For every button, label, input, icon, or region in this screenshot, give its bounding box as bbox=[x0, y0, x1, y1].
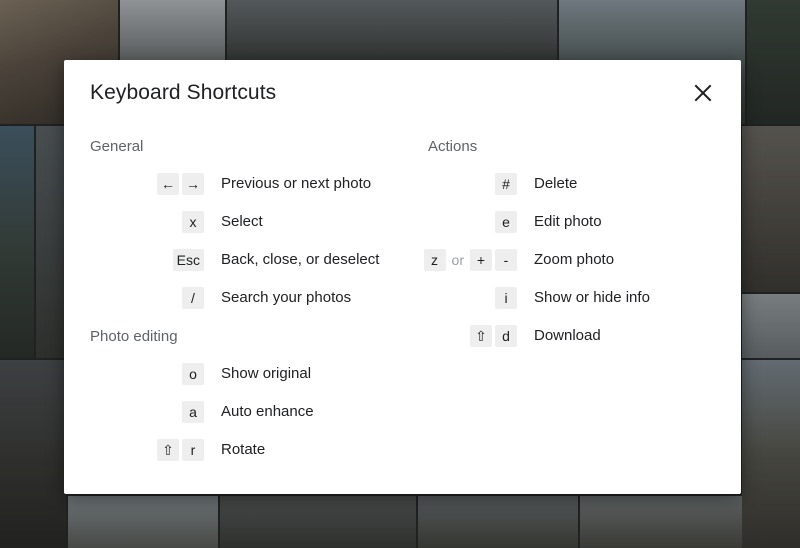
section-heading-actions: Actions bbox=[428, 138, 478, 155]
shortcut-description: Delete bbox=[534, 175, 578, 192]
shortcut-keys: / bbox=[90, 286, 204, 310]
key-separator: or bbox=[451, 252, 464, 268]
shortcut-row: i Show or hide info bbox=[428, 286, 728, 310]
shortcut-keys: z or + - bbox=[423, 248, 517, 272]
shortcut-row: ← → Previous or next photo bbox=[90, 172, 410, 196]
key-cap: o bbox=[182, 363, 204, 385]
key-cap: - bbox=[495, 249, 517, 271]
key-cap: + bbox=[470, 249, 492, 271]
shortcut-row: ⇧ r Rotate bbox=[90, 438, 410, 462]
shortcut-description: Previous or next photo bbox=[221, 175, 372, 192]
section-heading-photo-editing: Photo editing bbox=[90, 328, 178, 345]
shortcut-description: Search your photos bbox=[221, 289, 352, 306]
close-icon bbox=[694, 84, 712, 102]
shortcut-row: o Show original bbox=[90, 362, 410, 386]
shortcut-keys: Esc bbox=[90, 248, 204, 272]
shortcut-keys: e bbox=[428, 210, 517, 234]
shortcut-row: ⇧ d Download bbox=[428, 324, 728, 348]
shortcut-keys: ← → bbox=[90, 172, 204, 196]
dialog-title: Keyboard Shortcuts bbox=[90, 81, 277, 104]
key-cap: a bbox=[182, 401, 204, 423]
shortcut-description: Back, close, or deselect bbox=[221, 251, 380, 268]
shortcut-row: # Delete bbox=[428, 172, 728, 196]
shortcut-row: e Edit photo bbox=[428, 210, 728, 234]
key-cap: e bbox=[495, 211, 517, 233]
section-heading-general: General bbox=[90, 138, 144, 155]
key-cap: x bbox=[182, 211, 204, 233]
shift-key-icon: ⇧ bbox=[470, 325, 492, 347]
key-cap: i bbox=[495, 287, 517, 309]
shortcut-description: Select bbox=[221, 213, 263, 230]
shortcut-description: Show or hide info bbox=[534, 289, 650, 306]
shortcut-description: Rotate bbox=[221, 441, 266, 458]
shortcut-description: Auto enhance bbox=[221, 403, 314, 420]
shortcut-description: Zoom photo bbox=[534, 251, 615, 268]
shortcut-keys: a bbox=[90, 400, 204, 424]
shortcut-row: a Auto enhance bbox=[90, 400, 410, 424]
shortcut-keys: x bbox=[90, 210, 204, 234]
shortcut-keys: ⇧ r bbox=[90, 438, 204, 462]
shortcut-keys: # bbox=[428, 172, 517, 196]
shortcut-description: Show original bbox=[221, 365, 312, 382]
key-cap: / bbox=[182, 287, 204, 309]
key-cap: Esc bbox=[172, 249, 204, 271]
shortcut-description: Edit photo bbox=[534, 213, 602, 230]
shift-key-icon: ⇧ bbox=[157, 439, 179, 461]
key-cap: r bbox=[182, 439, 204, 461]
key-cap: z bbox=[423, 249, 446, 271]
shortcut-row: / Search your photos bbox=[90, 286, 410, 310]
key-cap: d bbox=[495, 325, 517, 347]
key-cap: ← bbox=[157, 173, 179, 195]
shortcut-description: Download bbox=[534, 327, 601, 344]
shortcut-keys: o bbox=[90, 362, 204, 386]
shortcut-keys: i bbox=[428, 286, 517, 310]
shortcut-row: z or + - Zoom photo bbox=[423, 248, 728, 272]
key-cap: # bbox=[495, 173, 517, 195]
shortcut-row: Esc Back, close, or deselect bbox=[90, 248, 410, 272]
key-cap: → bbox=[182, 173, 204, 195]
close-button[interactable] bbox=[691, 81, 715, 105]
shortcut-keys: ⇧ d bbox=[428, 324, 517, 348]
shortcut-row: x Select bbox=[90, 210, 410, 234]
keyboard-shortcuts-dialog: Keyboard Shortcuts General ← → Previous … bbox=[64, 60, 741, 494]
